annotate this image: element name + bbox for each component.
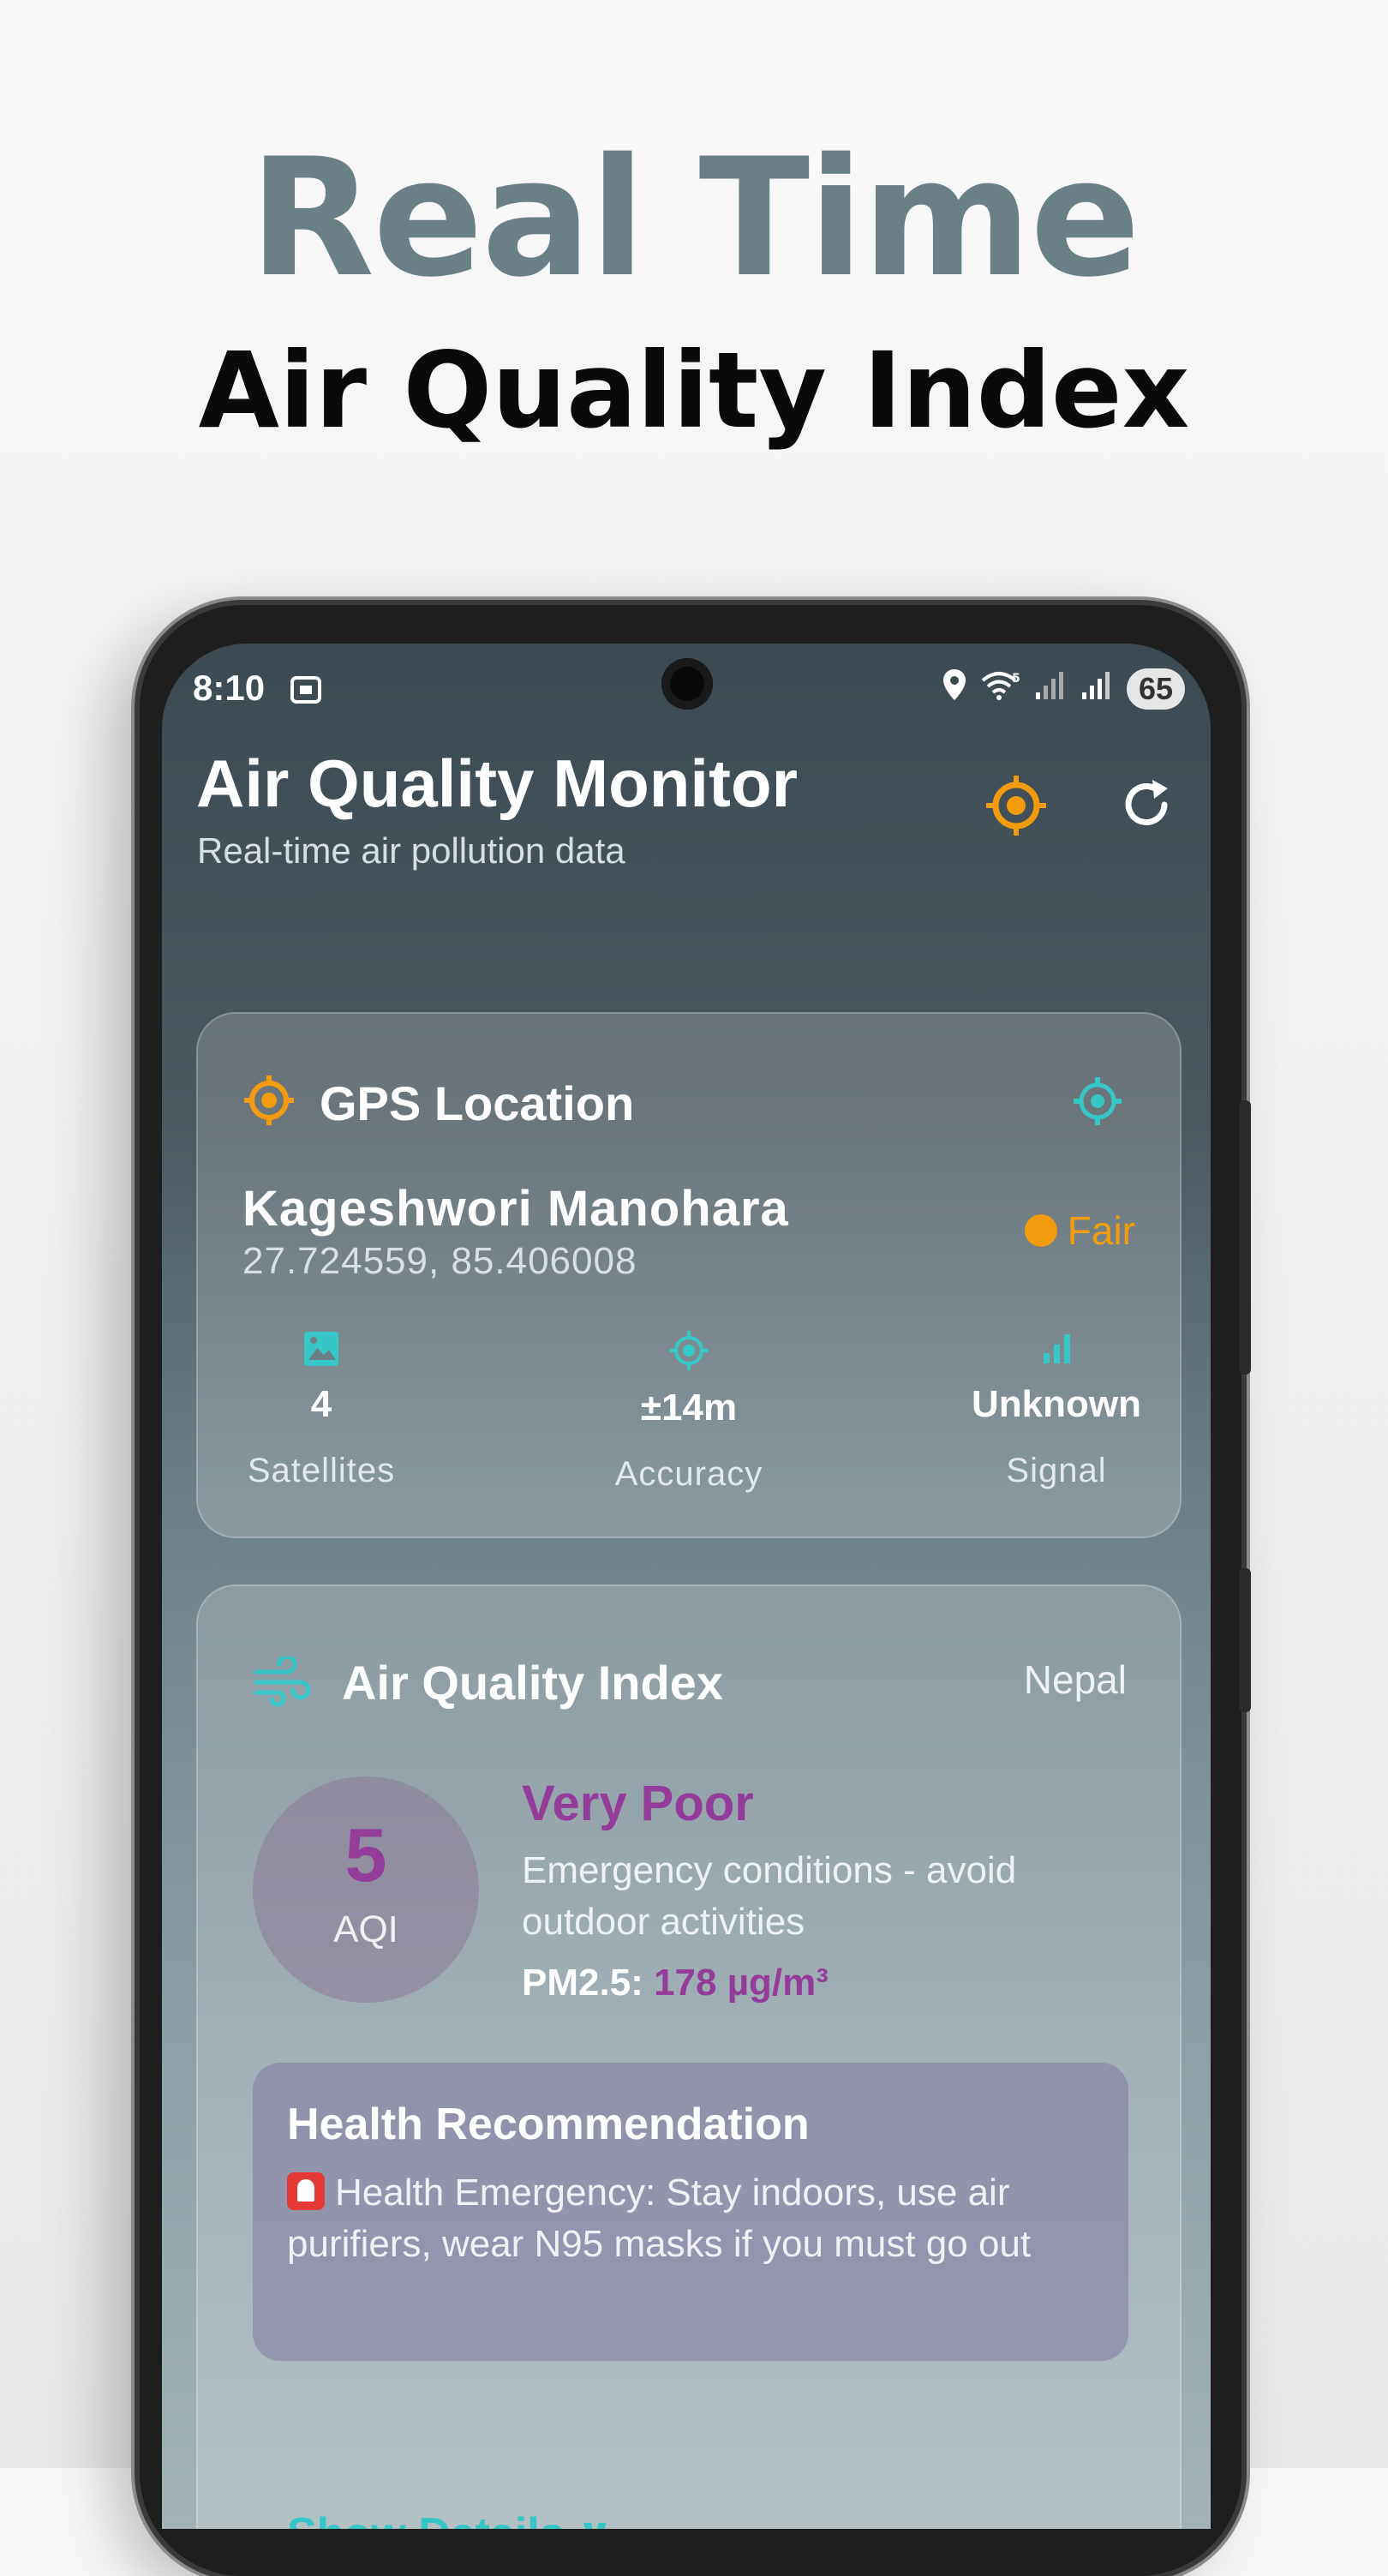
aqi-badge: 5 AQI [253,1776,479,2003]
aqi-description: Emergency conditions - avoid outdoor act… [522,1849,1017,1943]
aqi-value: 5 [344,1812,387,1897]
gps-pin-icon [242,1074,296,1131]
signal-icon [1034,668,1067,710]
gps-crosshair-icon [986,776,1046,836]
refresh-button[interactable] [1118,776,1175,837]
phone-side-button [1239,1100,1251,1375]
show-details-button[interactable]: Show Details ∨ [287,2508,613,2529]
air-quality-card: Air Quality Index Nepal 5 AQI Very Poor … [196,1585,1182,2529]
accuracy-value: ±14m [640,1387,738,1429]
fix-status-dot [1024,1214,1057,1247]
location-coordinates: 27.724559, 85.406008 [242,1240,637,1282]
hero-subtitle: Air Quality Index [198,330,1190,452]
gps-crosshair-icon [1074,1077,1122,1125]
health-text: Health Emergency: Stay indoors, use air … [287,2172,1032,2265]
signal-label: Signal [1006,1452,1107,1489]
accuracy-label: Accuracy [614,1455,763,1493]
status-time: 8:10 [193,668,266,708]
health-recommendation-box: Health Recommendation Health Emergency: … [253,2063,1128,2361]
app-subtitle: Real-time air pollution data [197,830,625,871]
aqi-card-title: Air Quality Index [342,1656,723,1710]
gps-locate-button[interactable] [984,774,1048,842]
fix-quality-label: Fair [1067,1208,1135,1253]
gps-card-title: GPS Location [320,1076,635,1130]
app-title: Air Quality Monitor [196,746,798,821]
aqi-level: Very Poor [522,1776,754,1831]
pm25-value: 178 µg/m³ [654,1962,829,2004]
signal-icon [1080,668,1113,710]
screenshot-icon [289,673,323,716]
phone-side-button [1239,1568,1251,1712]
gps-fix-quality: Fair [1024,1207,1135,1254]
pm25-reading: PM2.5: 178 µg/m³ [522,1962,829,2004]
siren-icon [287,2172,325,2210]
health-text-wrap: Health Emergency: Stay indoors, use air … [287,2167,1110,2270]
location-status-icon [942,668,967,710]
wind-icon [253,1654,313,1712]
hero-title: Real Time [248,123,1140,313]
pm25-label: PM2.5: [522,1962,643,2004]
satellites-label: Satellites [247,1452,396,1489]
wifi-icon: 5 [981,668,1020,710]
aqi-unit: AQI [333,1908,398,1950]
stat-satellites: 4 Satellites [210,1329,433,1490]
satellites-value: 4 [310,1383,332,1425]
status-bar: 8:10 5 65 [193,668,1185,712]
health-title: Health Recommendation [287,2100,810,2149]
signal-value: Unknown [972,1383,1141,1425]
signal-bars-icon [1044,1334,1070,1363]
location-name: Kageshwori Manohara [242,1181,789,1237]
image-icon [304,1332,338,1366]
battery-indicator: 65 [1126,668,1185,710]
stat-accuracy: ±14m Accuracy [577,1329,800,1494]
stat-signal: Unknown Signal [945,1329,1168,1490]
aqi-region: Nepal [1023,1657,1127,1702]
gps-location-card: GPS Location Kageshwori Manohara 27.7245… [196,1012,1182,1538]
gps-crosshair-icon [669,1331,709,1370]
refresh-icon [1125,780,1168,825]
svg-text:5: 5 [1012,672,1020,686]
gps-track-button[interactable] [1072,1075,1123,1131]
phone-screen: 8:10 5 65 Air Quality Monitor Real-time … [162,644,1211,2529]
